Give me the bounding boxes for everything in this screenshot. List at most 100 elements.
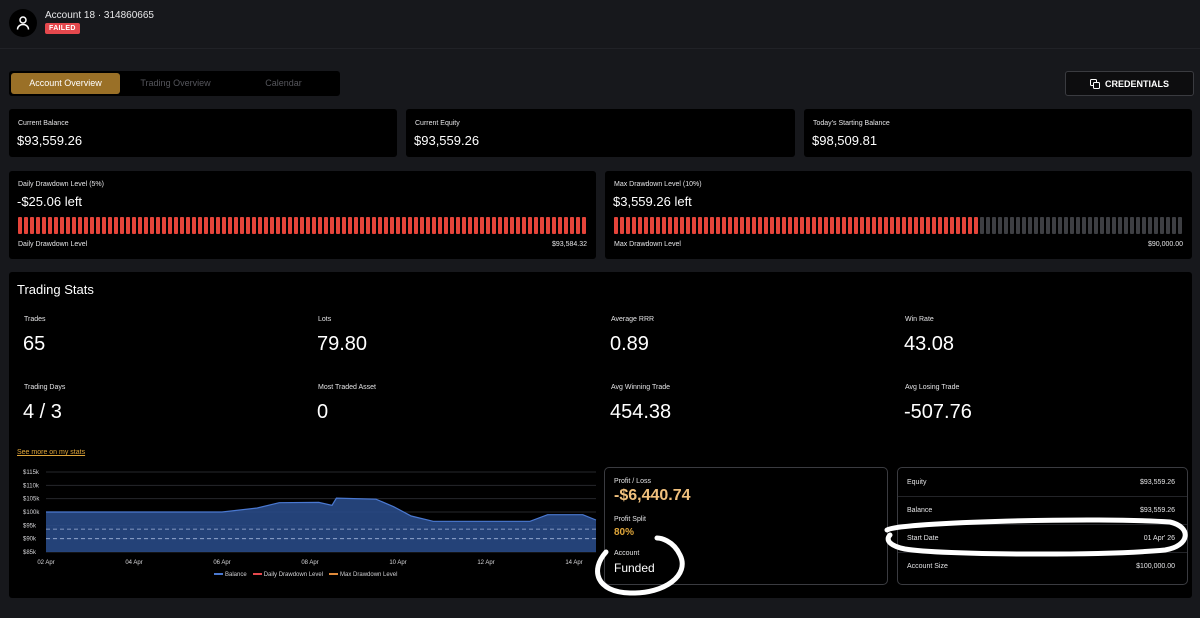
tab-calendar[interactable]: Calendar [229, 73, 338, 94]
x-tick-label: 04 Apr [125, 560, 142, 566]
tab-trading-overview[interactable]: Trading Overview [121, 73, 230, 94]
stat-avg-loss-value: -507.76 [904, 401, 972, 423]
drawdown-segment [372, 217, 376, 234]
drawdown-segment [168, 217, 172, 234]
drawdown-segment [1118, 217, 1122, 234]
drawdown-segment [692, 217, 696, 234]
drawdown-segment [174, 217, 178, 234]
drawdown-segment [300, 217, 304, 234]
x-tick-label: 14 Apr [565, 560, 582, 566]
drawdown-segment [438, 217, 442, 234]
y-tick-label: $115k [23, 470, 40, 476]
drawdown-segment [1160, 217, 1164, 234]
drawdown-segment [992, 217, 996, 234]
balance-area [46, 498, 596, 552]
legend-max-drawdown[interactable]: Max Drawdown Level [329, 572, 397, 578]
drawdown-segment [330, 217, 334, 234]
stat-trades-label: Trades [24, 316, 46, 323]
info-balance-value: $93,559.26 [1139, 507, 1175, 514]
daily-drawdown-bar [18, 217, 586, 234]
legend-balance[interactable]: Balance [214, 572, 247, 578]
credentials-button[interactable]: CREDENTIALS [1065, 71, 1194, 96]
y-tick-label: $95k [23, 523, 37, 529]
drawdown-segment [282, 217, 286, 234]
drawdown-segment [764, 217, 768, 234]
drawdown-segment [758, 217, 762, 234]
drawdown-segment [510, 217, 514, 234]
drawdown-segment [884, 217, 888, 234]
stat-lots-label: Lots [318, 316, 332, 323]
drawdown-segment [258, 217, 262, 234]
drawdown-segment [1112, 217, 1116, 234]
drawdown-segment [908, 217, 912, 234]
drawdown-segment [192, 217, 196, 234]
drawdown-segment [150, 217, 154, 234]
account-type-label: Account [614, 550, 640, 557]
drawdown-segment [420, 217, 424, 234]
max-drawdown-footer-value: $90,000.00 [1147, 241, 1183, 248]
x-tick-label: 06 Apr [213, 560, 230, 566]
drawdown-segment [902, 217, 906, 234]
drawdown-segment [824, 217, 828, 234]
drawdown-segment [890, 217, 894, 234]
max-drawdown-remaining: $3,559.26 left [613, 194, 692, 209]
tab-account-overview[interactable]: Account Overview [11, 73, 120, 94]
legend-daily-drawdown[interactable]: Daily Drawdown Level [252, 572, 323, 578]
drawdown-segment [962, 217, 966, 234]
drawdown-segment [818, 217, 822, 234]
drawdown-segment [222, 217, 226, 234]
drawdown-segment [564, 217, 568, 234]
balance-chart: $115k $110k $105k $100k $95k $90k $85k02 Apr 04… [23, 470, 597, 566]
drawdown-segment [848, 217, 852, 234]
drawdown-segment [504, 217, 508, 234]
drawdown-segment [252, 217, 256, 234]
drawdown-segment [662, 217, 666, 234]
drawdown-segment [980, 217, 984, 234]
drawdown-segment [1040, 217, 1044, 234]
drawdown-segment [998, 217, 1002, 234]
profit-loss-card: Profit / Loss -$6,440.74 Profit Split 80… [604, 467, 888, 585]
info-row-equity: Equity $93,559.26 [907, 479, 1175, 486]
current-balance-card: Current Balance $93,559.26 [9, 109, 397, 157]
legend-max-drawdown-label: Max Drawdown Level [340, 572, 398, 578]
daily-drawdown-title: Daily Drawdown Level (5%) [18, 181, 104, 188]
drawdown-segment [120, 217, 124, 234]
drawdown-segment [96, 217, 100, 234]
drawdown-segment [686, 217, 690, 234]
drawdown-segment [156, 217, 160, 234]
drawdown-segment [450, 217, 454, 234]
drawdown-segment [162, 217, 166, 234]
drawdown-segment [1130, 217, 1134, 234]
account-info-card: Equity $93,559.26 Balance $93,559.26 Sta… [897, 467, 1188, 585]
drawdown-segment [414, 217, 418, 234]
drawdown-segment [1178, 217, 1182, 234]
drawdown-segment [698, 217, 702, 234]
drawdown-segment [228, 217, 232, 234]
stat-avg-loss-label: Avg Losing Trade [905, 384, 960, 391]
drawdown-segment [644, 217, 648, 234]
drawdown-segment [1142, 217, 1146, 234]
account-type-value: Funded [614, 561, 655, 575]
drawdown-segment [60, 217, 64, 234]
avatar[interactable] [9, 9, 37, 37]
drawdown-segment [234, 217, 238, 234]
drawdown-segment [72, 217, 76, 234]
drawdown-segment [540, 217, 544, 234]
max-drawdown-footer-label: Max Drawdown Level [614, 241, 681, 248]
drawdown-segment [938, 217, 942, 234]
drawdown-segment [522, 217, 526, 234]
tab-bar: Account Overview Trading Overview Calend… [9, 71, 340, 96]
drawdown-segment [204, 217, 208, 234]
drawdown-segment [1034, 217, 1038, 234]
drawdown-segment [1028, 217, 1032, 234]
drawdown-segment [1010, 217, 1014, 234]
see-more-stats-link[interactable]: See more on my stats [17, 449, 85, 456]
drawdown-segment [66, 217, 70, 234]
drawdown-segment [180, 217, 184, 234]
stat-most-traded-value: 0 [317, 401, 329, 423]
drawdown-segment [408, 217, 412, 234]
y-tick-label: $100k [23, 510, 40, 516]
credentials-label: CREDENTIALS [1104, 78, 1169, 89]
drawdown-segment [354, 217, 358, 234]
info-row-account-size: Account Size $100,000.00 [907, 563, 1175, 570]
